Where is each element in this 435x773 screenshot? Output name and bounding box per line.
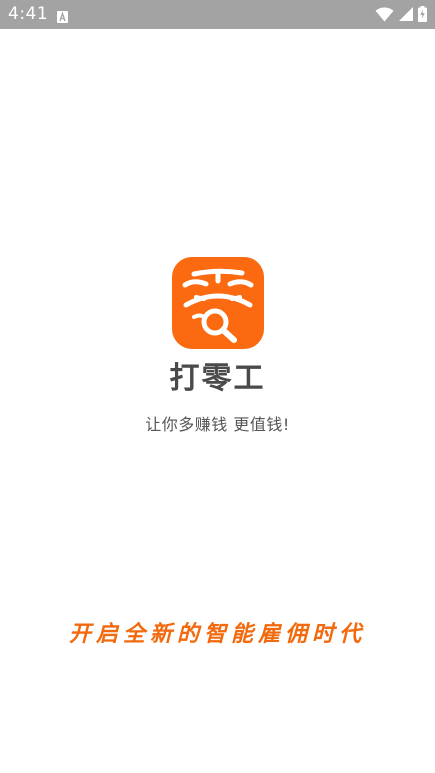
status-bar: 4:41 — [0, 0, 435, 29]
battery-charging-icon — [418, 6, 427, 22]
wifi-icon — [375, 7, 394, 22]
app-name: 打零工 — [169, 361, 266, 396]
status-icons — [375, 5, 427, 23]
status-time: 4:41 — [8, 4, 49, 24]
font-a-icon — [57, 8, 68, 23]
cell-signal-icon — [399, 7, 413, 21]
bottom-tagline: 开启全新的智能雇佣时代 — [68, 621, 366, 647]
app-slogan: 让你多赚钱 更值钱! — [145, 415, 290, 434]
app-logo-icon — [172, 257, 264, 349]
